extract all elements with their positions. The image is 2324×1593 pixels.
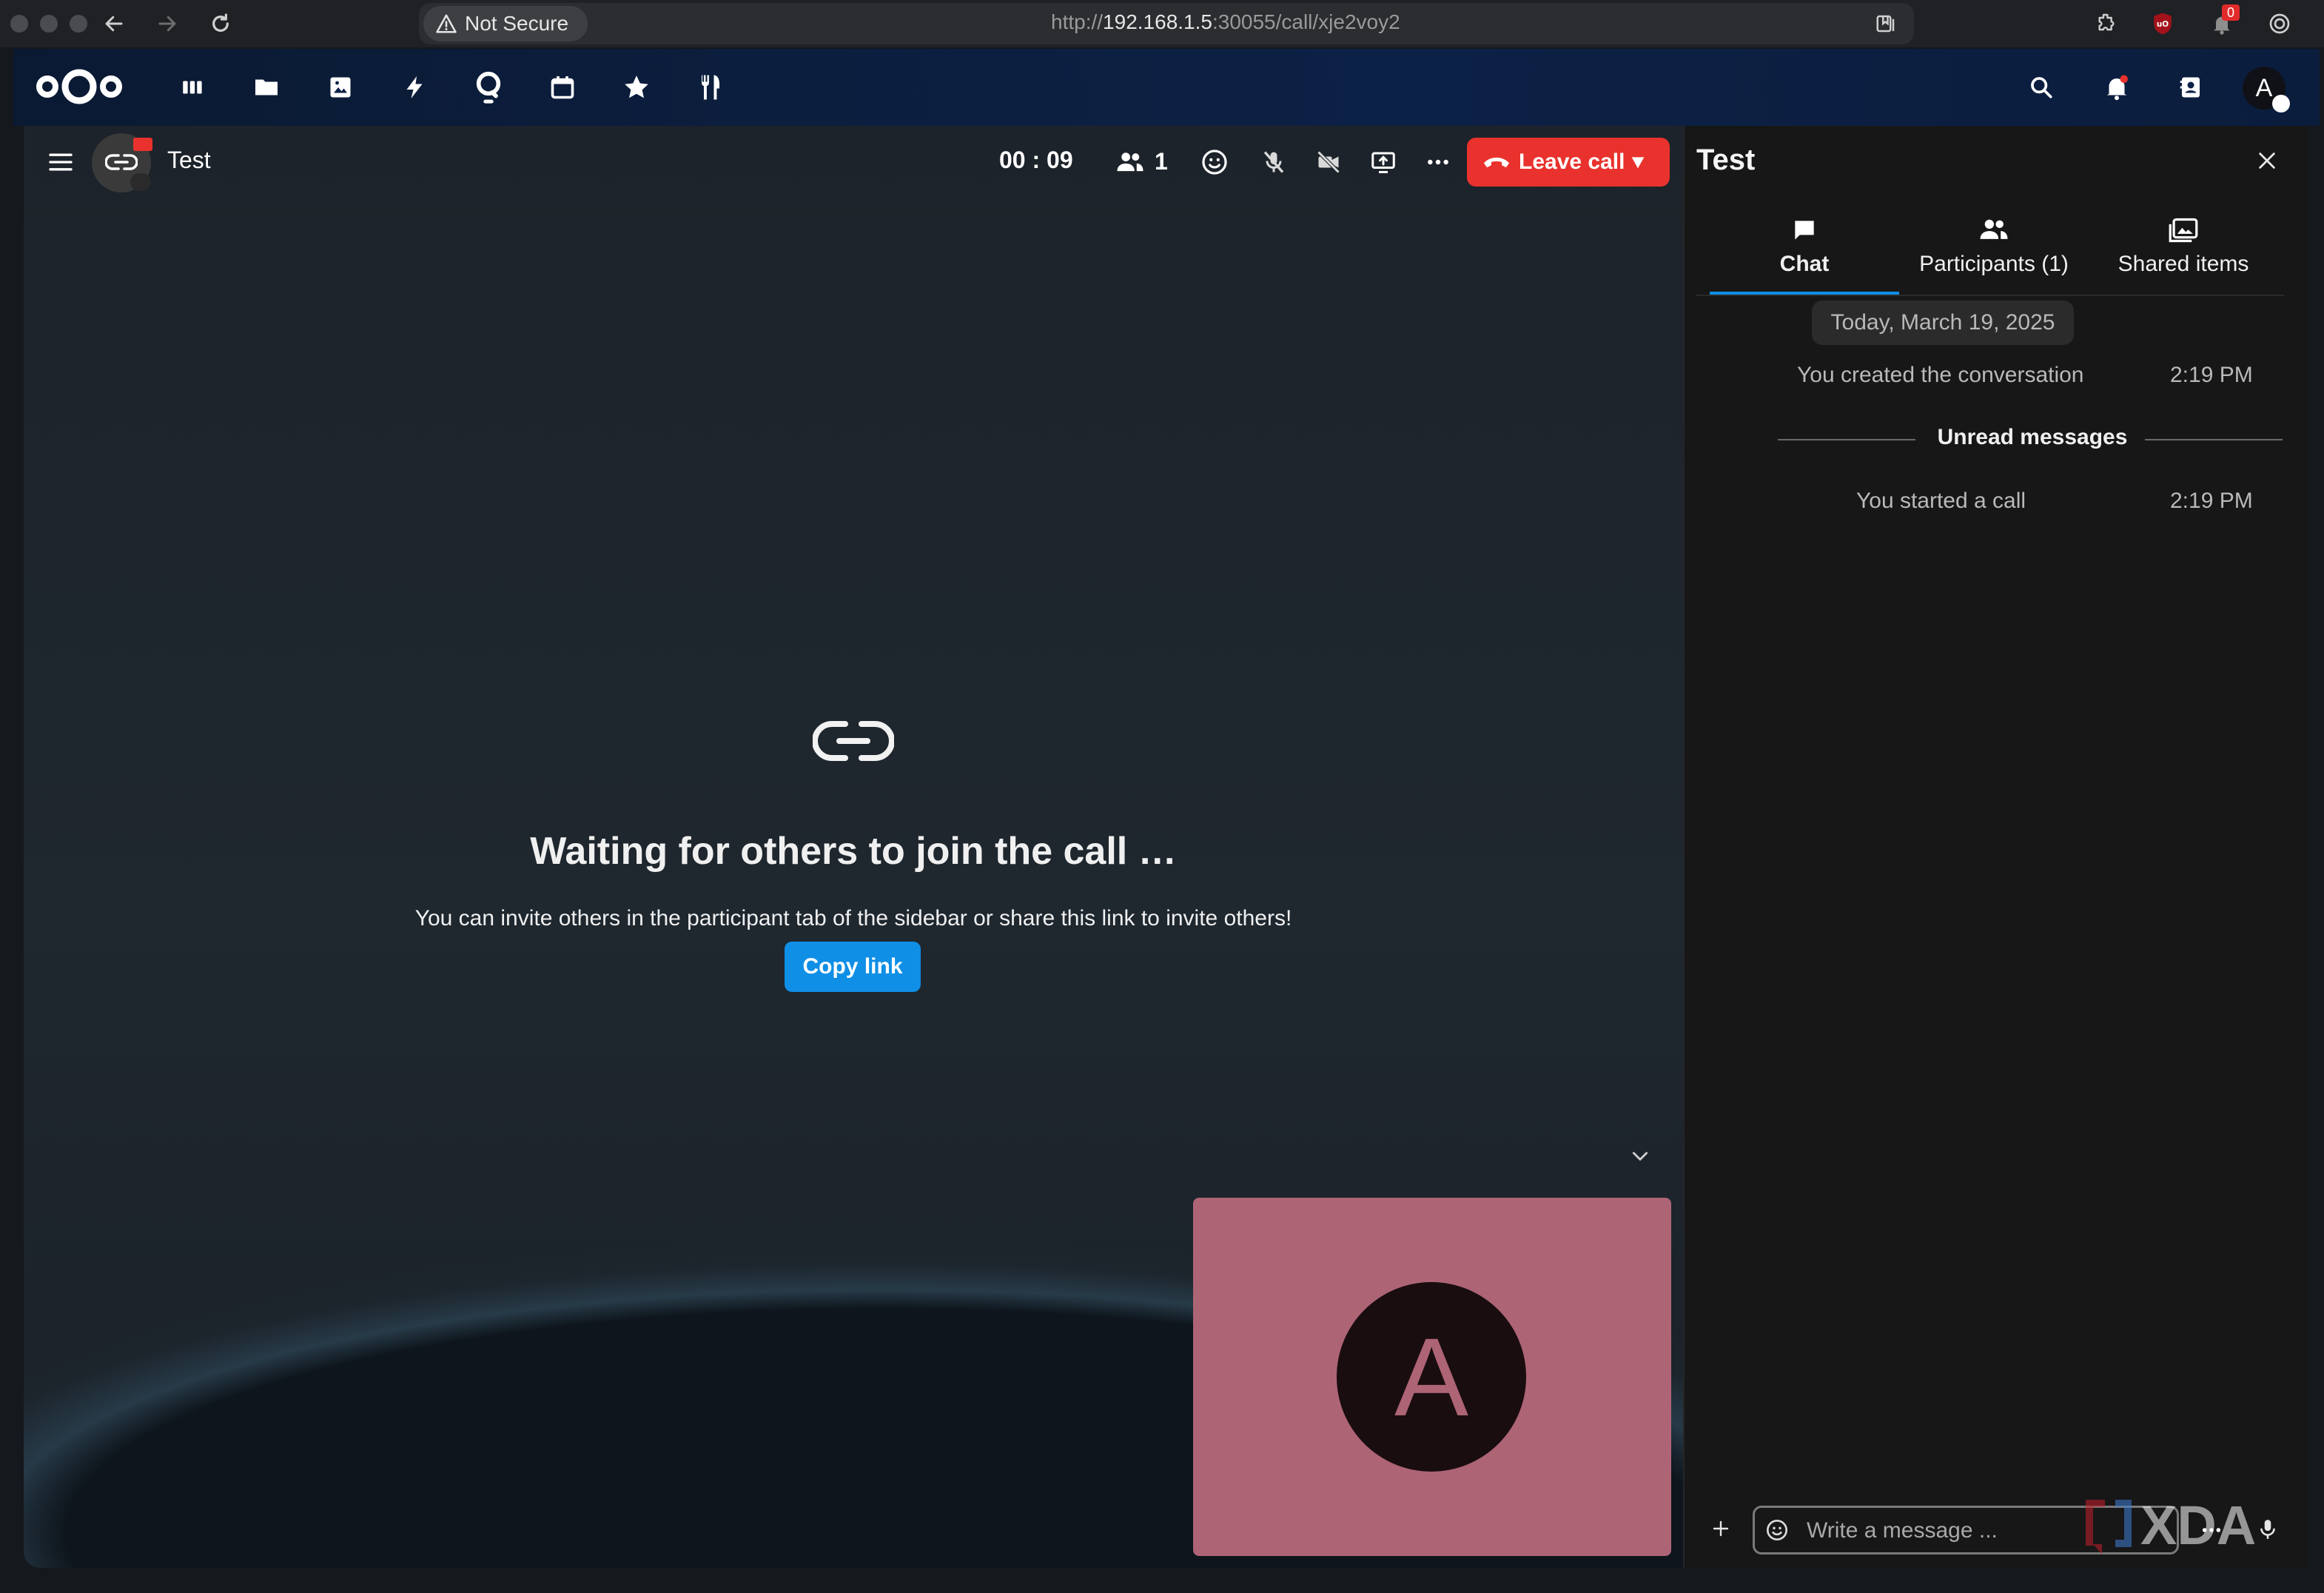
leave-call-button[interactable]: Leave call	[1467, 138, 1670, 187]
notifications-bell-icon[interactable]	[2099, 70, 2135, 105]
participants-icon	[1899, 216, 2089, 247]
link-icon	[105, 151, 138, 173]
user-status-icon	[2272, 95, 2290, 113]
tab-participants[interactable]: Participants (1)	[1899, 213, 2089, 296]
reaction-emoji-icon[interactable]	[1198, 145, 1232, 179]
attach-plus-icon[interactable]	[1707, 1515, 1735, 1543]
camera-off-icon[interactable]	[1312, 145, 1346, 179]
participant-count: 1	[1155, 147, 1168, 175]
unread-divider-left	[1778, 439, 1915, 440]
self-avatar: A	[1337, 1282, 1526, 1472]
call-timer: 00 : 09	[999, 147, 1073, 173]
unread-messages-label: Unread messages	[1937, 425, 2128, 449]
conversation-avatar[interactable]	[92, 133, 152, 192]
collapse-chevron-down-icon[interactable]	[1625, 1141, 1655, 1171]
calendar-icon[interactable]	[545, 70, 580, 105]
close-sidebar-icon[interactable]	[2251, 145, 2283, 176]
sidebar-title: Test	[1696, 144, 1756, 176]
url-scheme: http://	[1051, 10, 1104, 33]
tab-shared-items[interactable]: Shared items	[2089, 213, 2278, 296]
security-label: Not Secure	[465, 12, 569, 35]
public-link-badge-icon	[130, 173, 151, 191]
user-avatar-initial: A	[2255, 73, 2273, 102]
back-arrow-icon[interactable]	[99, 9, 129, 38]
window-zoom-button[interactable]	[70, 15, 87, 33]
screen-share-icon[interactable]	[1366, 145, 1400, 179]
invite-link-icon	[813, 718, 894, 764]
shared-images-icon	[2089, 216, 2278, 247]
participants-count-button[interactable]: 1	[1116, 145, 1168, 178]
photos-icon[interactable]	[323, 70, 358, 105]
self-avatar-initial: A	[1394, 1314, 1469, 1439]
system-message-text: You started a call	[1856, 489, 2026, 513]
message-placeholder: Write a message ...	[1807, 1518, 1998, 1543]
contacts-icon[interactable]	[2173, 70, 2209, 105]
files-folder-icon[interactable]	[249, 70, 284, 105]
url-path: :30055/call/xje2voy2	[1212, 10, 1400, 33]
app-header: A	[13, 49, 2320, 126]
date-separator: Today, March 19, 2025	[1812, 301, 2074, 345]
waiting-title: Waiting for others to join the call …	[530, 830, 1177, 873]
extension-badge: 0	[2222, 4, 2240, 21]
copy-link-button[interactable]: Copy link	[785, 942, 921, 992]
window-minimize-button[interactable]	[40, 15, 58, 33]
tab-chat[interactable]: Chat	[1710, 213, 1899, 296]
browser-menu-icon[interactable]	[2265, 9, 2294, 38]
url-text[interactable]: http://192.168.1.5:30055/call/xje2voy2	[1051, 10, 1400, 34]
microphone-off-icon[interactable]	[1257, 145, 1291, 179]
hang-up-phone-icon	[1482, 153, 1511, 171]
tab-chat-label: Chat	[1779, 252, 1830, 276]
chat-bubble-icon	[1710, 216, 1899, 247]
participants-icon	[1116, 150, 1144, 173]
dashboard-icon[interactable]	[175, 70, 210, 105]
menu-hamburger-icon[interactable]	[43, 147, 78, 178]
url-host: 192.168.1.5	[1103, 10, 1212, 33]
emoji-picker-icon[interactable]	[1765, 1518, 1789, 1542]
conversation-title[interactable]: Test	[167, 147, 211, 174]
warning-triangle-icon	[435, 13, 457, 35]
security-indicator[interactable]: Not Secure	[423, 6, 588, 41]
system-message-text: You created the conversation	[1797, 363, 2084, 387]
more-actions-icon[interactable]	[1421, 145, 1455, 179]
search-icon[interactable]	[2024, 70, 2059, 105]
waiting-subtitle: You can invite others in the participant…	[414, 906, 1292, 930]
caret-down-icon	[1631, 155, 1645, 170]
bookmark-icon[interactable]	[1871, 9, 1901, 38]
tabs-divider	[1696, 295, 2284, 296]
extensions-puzzle-icon[interactable]	[2092, 9, 2121, 38]
favorites-star-icon[interactable]	[619, 70, 654, 105]
xda-watermark-logo: XDA	[2081, 1494, 2296, 1560]
watermark-text: XDA	[2140, 1495, 2256, 1556]
system-message-time: 2:19 PM	[2170, 489, 2253, 513]
system-message-time: 2:19 PM	[2170, 363, 2253, 387]
unread-divider-right	[2145, 439, 2283, 440]
in-call-camera-icon	[133, 138, 152, 151]
tab-shared-items-label: Shared items	[2118, 252, 2249, 276]
talk-icon[interactable]	[471, 70, 506, 105]
tab-participants-label: Participants (1)	[1919, 252, 2069, 276]
activity-lightning-icon[interactable]	[397, 70, 432, 105]
window-close-button[interactable]	[10, 15, 28, 33]
svg-text:uO: uO	[2157, 20, 2169, 29]
reload-icon[interactable]	[206, 9, 235, 38]
cookbook-utensils-icon[interactable]	[693, 70, 728, 105]
nextcloud-logo-icon[interactable]	[33, 65, 126, 108]
ublock-shield-icon[interactable]: uO	[2148, 9, 2177, 38]
forward-arrow-icon[interactable]	[152, 9, 182, 38]
self-video-tile[interactable]: A	[1193, 1198, 1671, 1556]
leave-call-label: Leave call	[1519, 150, 1625, 174]
